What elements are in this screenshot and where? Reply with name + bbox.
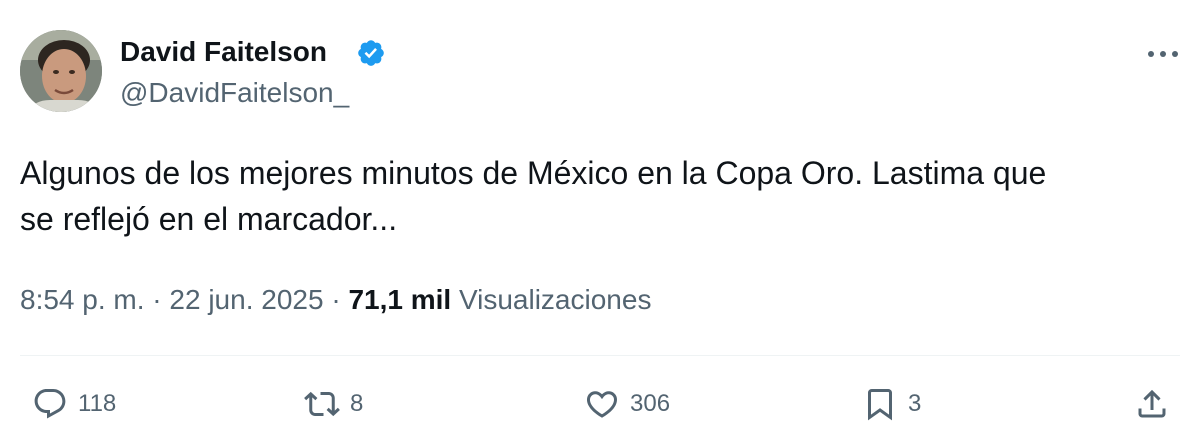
views-count: 71,1 mil bbox=[348, 284, 452, 315]
bookmark-icon bbox=[868, 389, 892, 421]
like-count: 306 bbox=[630, 390, 671, 417]
share-button[interactable] bbox=[1132, 384, 1172, 424]
author-handle[interactable]: @DavidFaitelson_ bbox=[120, 75, 349, 111]
tweet-time[interactable]: 8:54 p. m. bbox=[20, 284, 145, 315]
retweet-icon bbox=[304, 391, 340, 417]
meta-separator: · bbox=[144, 284, 170, 315]
tweet-text: Algunos de los mejores minutos de México… bbox=[20, 150, 1180, 242]
views-label: Visualizaciones bbox=[458, 284, 652, 315]
bookmark-button[interactable]: 3 bbox=[860, 384, 921, 424]
tweet-meta: 8:54 p. m. · 22 jun. 2025 · 71,1 mil Vis… bbox=[20, 282, 651, 318]
tweet-text-line-2: se reflejó en el marcador... bbox=[20, 201, 398, 237]
author-display-name[interactable]: David Faitelson bbox=[120, 34, 327, 70]
avatar-photo bbox=[20, 30, 102, 112]
retweet-button[interactable]: 8 bbox=[302, 384, 363, 424]
reply-count: 118 bbox=[78, 390, 117, 417]
bookmark-count: 3 bbox=[908, 390, 922, 417]
meta-separator: · bbox=[323, 284, 349, 315]
retweet-count: 8 bbox=[350, 390, 364, 417]
reply-button[interactable]: 118 bbox=[30, 384, 116, 424]
tweet-text-line-1: Algunos de los mejores minutos de México… bbox=[20, 155, 1047, 191]
avatar[interactable] bbox=[20, 30, 102, 112]
verified-badge-icon bbox=[358, 40, 384, 66]
like-button[interactable]: 306 bbox=[582, 384, 670, 424]
tweet-card: David Faitelson @DavidFaitelson_ Algunos… bbox=[0, 0, 1200, 444]
tweet-date[interactable]: 22 jun. 2025 bbox=[169, 284, 323, 315]
share-icon bbox=[1138, 389, 1166, 418]
reply-icon bbox=[34, 389, 66, 419]
divider bbox=[20, 355, 1180, 356]
more-dots-icon[interactable] bbox=[1144, 42, 1182, 66]
heart-icon bbox=[586, 391, 618, 418]
